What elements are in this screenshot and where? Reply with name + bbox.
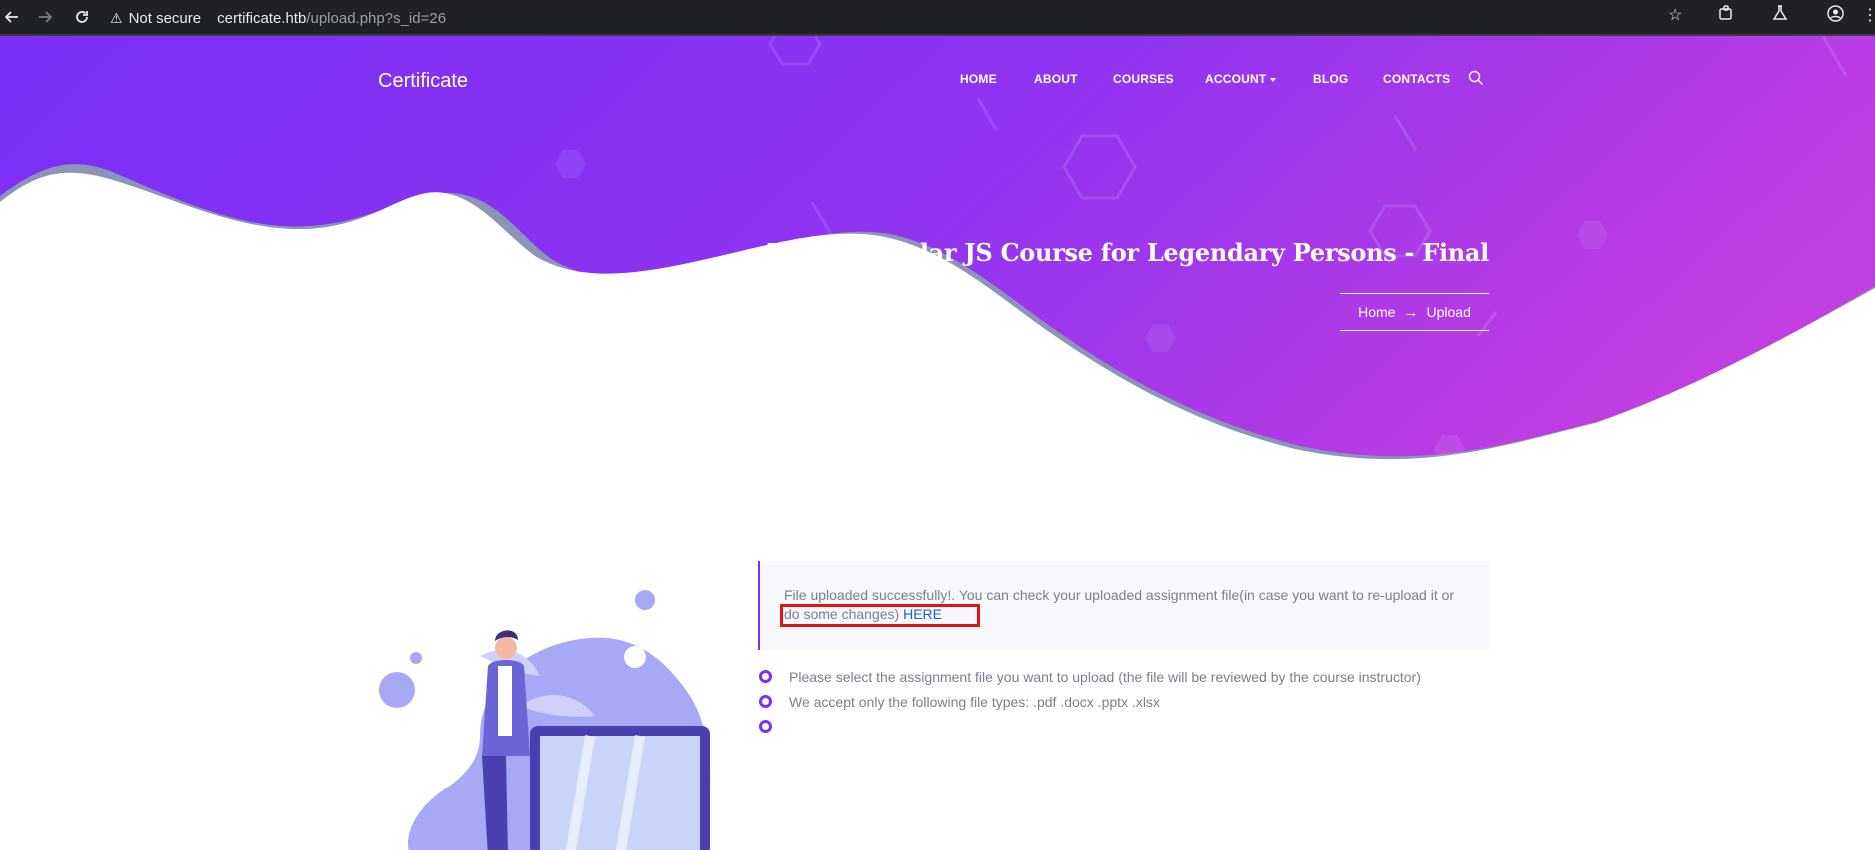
site-brand[interactable]: Certificate xyxy=(378,70,468,93)
nav-account-label: ACCOUNT xyxy=(1205,72,1267,86)
bullet-icon xyxy=(759,670,772,683)
nav-blog[interactable]: BLOG xyxy=(1313,72,1348,86)
breadcrumb-home[interactable]: Home xyxy=(1358,304,1395,320)
address-bar[interactable]: ⚠ Not secure certificate.htb/upload.php?… xyxy=(110,5,446,31)
back-icon[interactable] xyxy=(0,5,24,29)
nav-home[interactable]: HOME xyxy=(960,72,997,86)
menu-icon[interactable]: ⋮ xyxy=(1862,5,1875,25)
list-item: Please select the assignment file you wa… xyxy=(758,666,1421,687)
list-item: We accept only the following file types:… xyxy=(758,691,1421,712)
warning-icon: ⚠ xyxy=(110,9,123,26)
instructions-list: Please select the assignment file you wa… xyxy=(758,666,1421,737)
instruction-text: Please select the assignment file you wa… xyxy=(789,668,1421,685)
bullet-icon xyxy=(759,720,772,733)
nav-about[interactable]: ABOUT xyxy=(1034,72,1078,86)
breadcrumb: Home → Upload xyxy=(1340,293,1489,331)
breadcrumb-current: Upload xyxy=(1426,304,1471,320)
profile-icon[interactable] xyxy=(1827,5,1844,27)
page-title: Learn Angular JS Course for Legendary Pe… xyxy=(766,238,1489,267)
bullet-icon xyxy=(759,695,772,708)
security-label: Not secure xyxy=(128,9,202,27)
instruction-text: We accept only the following file types:… xyxy=(789,693,1160,710)
chevron-down-icon xyxy=(1270,77,1277,82)
url-host: certificate.htb xyxy=(217,9,307,27)
extensions-icon[interactable] xyxy=(1718,5,1734,26)
reload-icon[interactable] xyxy=(70,5,94,29)
browser-toolbar: ⚠ Not secure certificate.htb/upload.php?… xyxy=(0,0,1875,36)
nav-account[interactable]: ACCOUNT xyxy=(1205,72,1277,86)
url-path: /upload.php?s_id=26 xyxy=(306,9,447,27)
labs-icon[interactable] xyxy=(1772,5,1788,26)
hero-background xyxy=(0,36,1875,556)
nav-contacts[interactable]: CONTACTS xyxy=(1383,72,1450,86)
page-content: Certificate HOME ABOUT COURSES ACCOUNT B… xyxy=(0,36,1875,850)
arrow-right-icon: → xyxy=(1403,303,1419,321)
list-item xyxy=(758,716,1421,737)
star-icon[interactable]: ☆ xyxy=(1668,5,1682,25)
upload-illustration xyxy=(379,590,711,850)
highlight-box xyxy=(780,604,980,627)
nav-courses[interactable]: COURSES xyxy=(1113,72,1174,86)
forward-icon[interactable] xyxy=(33,5,57,29)
search-icon[interactable] xyxy=(1468,70,1484,86)
